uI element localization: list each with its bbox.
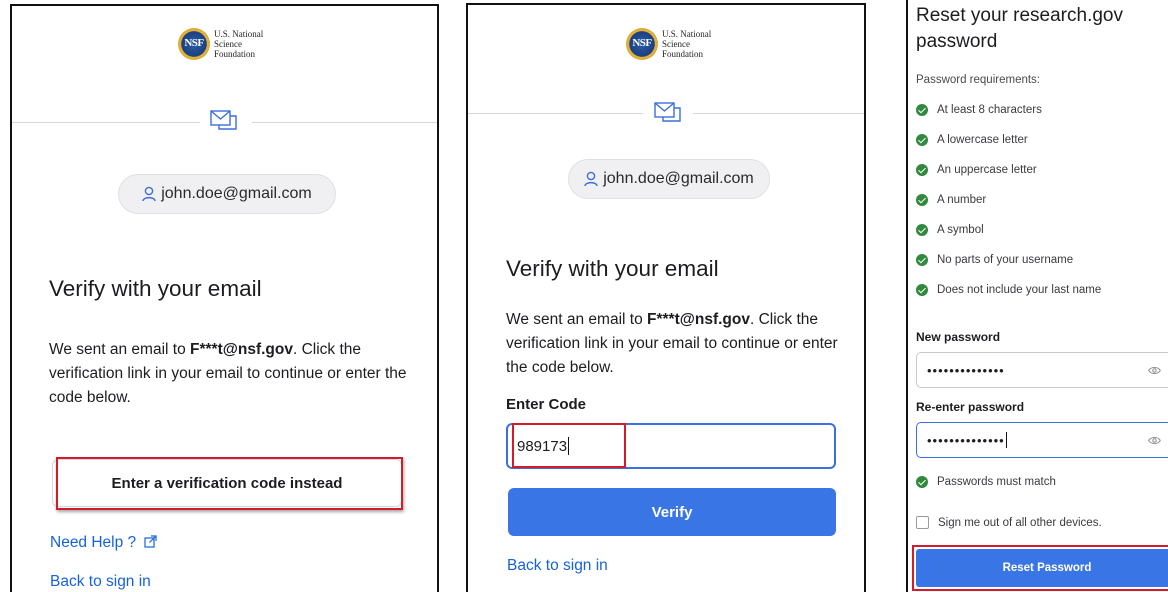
- check-icon: [916, 254, 928, 266]
- divider-right: [252, 122, 437, 123]
- check-icon: [916, 476, 928, 488]
- code-field-label: Enter Code: [506, 396, 587, 413]
- check-icon: [916, 134, 928, 146]
- page-title: Verify with your email: [49, 276, 262, 301]
- sign-out-others-checkbox[interactable]: Sign me out of all other devices.: [916, 516, 1102, 529]
- nsf-logo: NSF U.S. National Science Foundation: [178, 28, 263, 60]
- nsf-seal-icon: NSF: [178, 28, 210, 60]
- logo-line-1: U.S. National: [214, 29, 264, 39]
- checkbox-square[interactable]: [916, 516, 929, 529]
- instructions-text: We sent an email to F***t@nsf.gov. Click…: [506, 311, 838, 376]
- divider-left: [12, 122, 200, 123]
- requirement-item: No parts of your username: [916, 254, 1073, 266]
- need-help-link[interactable]: Need Help ?: [50, 534, 158, 552]
- logo-line-2: Science: [214, 39, 242, 49]
- logo-line-2: Science: [662, 39, 690, 49]
- requirement-item: A lowercase letter: [916, 134, 1028, 146]
- requirement-item: A number: [916, 194, 986, 206]
- requirements-label: Password requirements:: [916, 74, 1040, 86]
- check-icon: [916, 284, 928, 296]
- masked-email: F***t@nsf.gov: [190, 341, 293, 358]
- eye-icon[interactable]: [1148, 436, 1161, 445]
- reenter-password-value: ••••••••••••••: [927, 432, 1005, 448]
- user-email-chip: john.doe@gmail.com: [118, 174, 336, 214]
- check-icon: [916, 104, 928, 116]
- user-icon: [584, 171, 598, 187]
- logo-line-3: Foundation: [214, 49, 256, 59]
- nsf-seal-icon: NSF: [626, 28, 658, 60]
- requirement-item: Does not include your last name: [916, 284, 1101, 296]
- logo-text: U.S. National Science Foundation: [214, 29, 263, 59]
- reenter-password-label: Re-enter password: [916, 400, 1025, 414]
- nsf-logo: NSF U.S. National Science Foundation: [626, 28, 711, 60]
- verify-button[interactable]: Verify: [508, 488, 836, 536]
- new-password-input[interactable]: ••••••••••••••: [916, 352, 1168, 388]
- check-icon: [916, 194, 928, 206]
- highlight-box: [912, 545, 1168, 591]
- user-icon: [142, 186, 156, 202]
- enter-code-panel: NSF U.S. National Science Foundation joh…: [466, 3, 866, 592]
- mail-icon: [210, 110, 237, 130]
- user-email-text: john.doe@gmail.com: [603, 170, 754, 187]
- highlight-box: [512, 423, 626, 468]
- back-to-sign-in-link[interactable]: Back to sign in: [507, 557, 608, 575]
- divider-left: [468, 113, 643, 114]
- instructions-text: We sent an email to F***t@nsf.gov. Click…: [49, 341, 407, 406]
- reset-password-panel: Reset your research.gov password Passwor…: [906, 0, 1168, 592]
- text-cursor: [1005, 432, 1007, 448]
- mail-icon: [654, 102, 681, 122]
- logo-text: U.S. National Science Foundation: [662, 29, 711, 59]
- verify-email-panel: NSF U.S. National Science Foundation joh…: [10, 4, 439, 592]
- external-link-icon: [144, 535, 158, 548]
- divider-right: [693, 113, 864, 114]
- highlight-box: [56, 457, 403, 510]
- check-icon: [916, 224, 928, 236]
- password-match-status: Passwords must match: [916, 476, 1056, 488]
- requirement-item: A symbol: [916, 224, 984, 236]
- user-email-chip: john.doe@gmail.com: [568, 159, 770, 199]
- masked-email: F***t@nsf.gov: [647, 311, 750, 328]
- eye-icon[interactable]: [1148, 366, 1161, 375]
- page-title: Verify with your email: [506, 256, 719, 281]
- logo-line-1: U.S. National: [662, 29, 712, 39]
- user-email-text: john.doe@gmail.com: [161, 185, 312, 202]
- reenter-password-input[interactable]: ••••••••••••••: [916, 422, 1168, 458]
- check-icon: [916, 164, 928, 176]
- page-title: Reset your research.gov password: [916, 5, 1123, 52]
- back-to-sign-in-link[interactable]: Back to sign in: [50, 573, 151, 591]
- new-password-value: ••••••••••••••: [927, 362, 1005, 378]
- requirement-item: An uppercase letter: [916, 164, 1037, 176]
- logo-line-3: Foundation: [662, 49, 704, 59]
- requirement-item: At least 8 characters: [916, 104, 1042, 116]
- new-password-label: New password: [916, 330, 1001, 344]
